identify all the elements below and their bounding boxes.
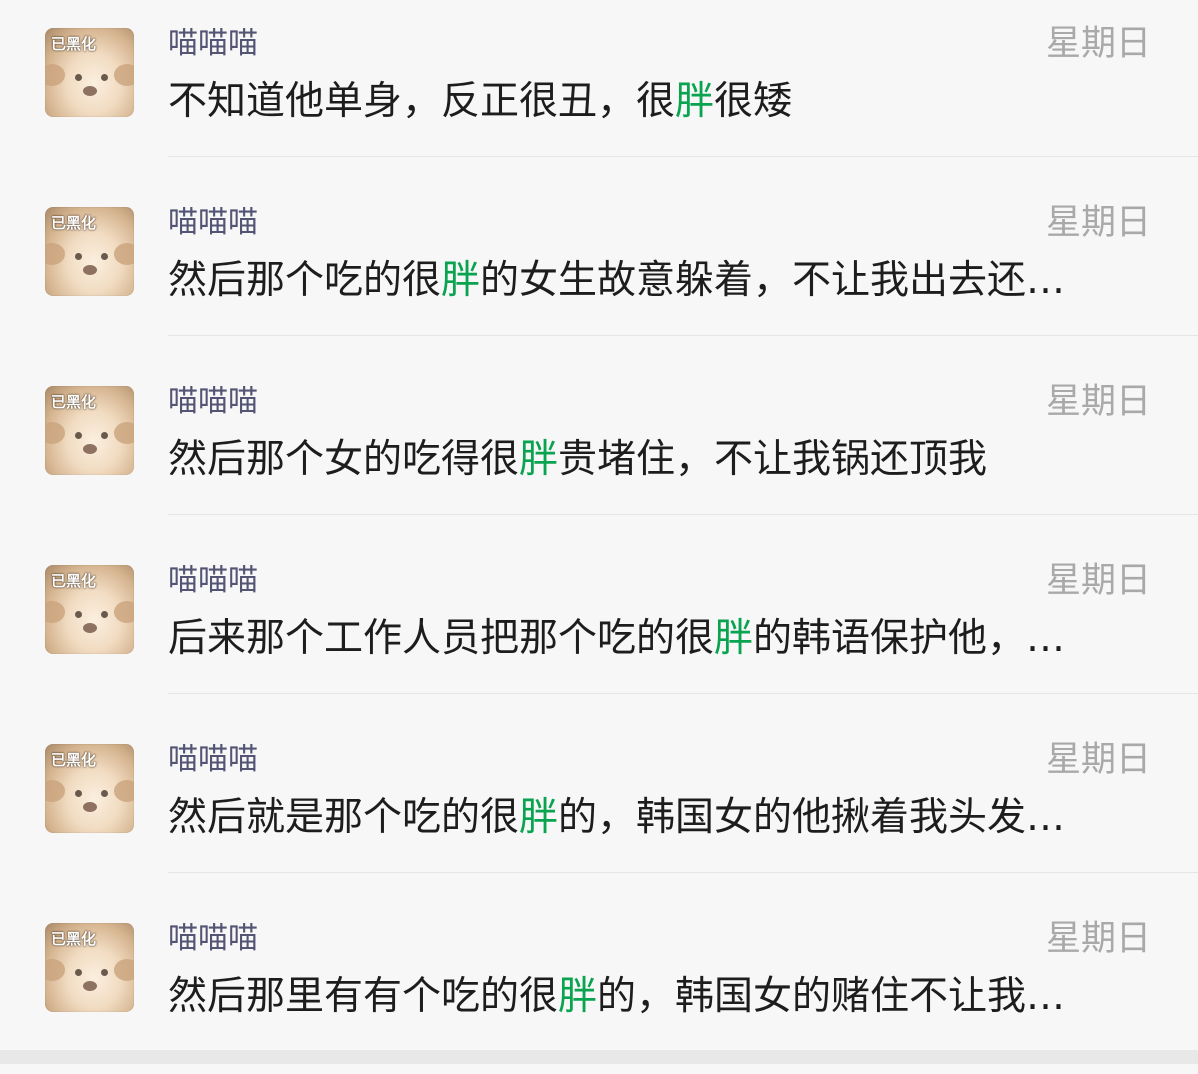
avatar-ear: [45, 243, 65, 265]
search-highlight: 胖: [558, 974, 598, 1019]
avatar-tag: 已黑化: [51, 214, 97, 232]
avatar-ear: [114, 601, 134, 623]
message-preview: 后来那个工作人员把那个吃的很胖的韩语保护他，…: [168, 615, 1128, 663]
contact-name: 喵喵喵: [168, 26, 258, 61]
avatar-nose: [83, 86, 97, 96]
conversation-row[interactable]: 已黑化 喵喵喵 星期日 然后那个女的吃得很胖贵堵住，不让我锅还顶我: [0, 358, 1198, 537]
avatar-ear: [45, 422, 65, 444]
conversation-row[interactable]: 已黑化 喵喵喵 星期日 然后那个吃的很胖的女生故意躲着，不让我出去还…: [0, 179, 1198, 358]
avatar[interactable]: 已黑化: [45, 386, 134, 475]
avatar-eye: [75, 790, 82, 797]
avatar-ear: [114, 243, 134, 265]
message-preview: 然后那个女的吃得很胖贵堵住，不让我锅还顶我: [168, 436, 1128, 484]
message-text: 然后那个吃的很: [168, 258, 442, 303]
avatar-nose: [83, 981, 97, 991]
avatar-eye: [75, 432, 82, 439]
avatar-eye: [101, 969, 108, 976]
avatar-tag: 已黑化: [51, 572, 97, 590]
message-text: 的韩语保护他，…: [753, 616, 1066, 661]
avatar-ear: [114, 780, 134, 802]
search-highlight: 胖: [675, 79, 715, 124]
avatar-ear: [45, 959, 65, 981]
message-preview: 然后那个吃的很胖的女生故意躲着，不让我出去还…: [168, 257, 1128, 305]
avatar-eye: [101, 74, 108, 81]
avatar-eye: [101, 611, 108, 618]
avatar-eye: [75, 253, 82, 260]
message-text: 然后就是那个吃的很: [168, 795, 520, 840]
search-highlight: 胖: [519, 437, 559, 482]
row-divider: [168, 335, 1198, 336]
row-divider: [168, 156, 1198, 157]
message-text: 的，韩国女的赌住不让我…: [597, 974, 1066, 1019]
avatar-eye: [101, 432, 108, 439]
avatar-tag: 已黑化: [51, 35, 97, 53]
conversation-row[interactable]: 已黑化 喵喵喵 星期日 然后那里有有个吃的很胖的，韩国女的赌住不让我…: [0, 895, 1198, 1074]
avatar-eye: [101, 253, 108, 260]
contact-name: 喵喵喵: [168, 205, 258, 240]
avatar-eye: [75, 611, 82, 618]
message-preview: 不知道他单身，反正很丑，很胖很矮: [168, 78, 1128, 126]
avatar[interactable]: 已黑化: [45, 565, 134, 654]
search-highlight: 胖: [714, 616, 754, 661]
timestamp: 星期日: [1045, 740, 1151, 780]
message-text: 后来那个工作人员把那个吃的很: [168, 616, 715, 661]
search-highlight: 胖: [519, 795, 559, 840]
bottom-bar: [0, 1050, 1198, 1064]
message-text: 的，韩国女的他揪着我头发…: [558, 795, 1066, 840]
avatar[interactable]: 已黑化: [45, 28, 134, 117]
contact-name: 喵喵喵: [168, 384, 258, 419]
conversation-row[interactable]: 已黑化 喵喵喵 星期日 后来那个工作人员把那个吃的很胖的韩语保护他，…: [0, 537, 1198, 716]
avatar-ear: [114, 959, 134, 981]
message-text: 不知道他单身，反正很丑，很: [168, 79, 676, 124]
avatar-ear: [45, 601, 65, 623]
message-text: 然后那里有有个吃的很: [168, 974, 559, 1019]
timestamp: 星期日: [1045, 382, 1151, 422]
contact-name: 喵喵喵: [168, 563, 258, 598]
message-preview: 然后就是那个吃的很胖的，韩国女的他揪着我头发…: [168, 794, 1128, 842]
avatar-ear: [114, 422, 134, 444]
avatar[interactable]: 已黑化: [45, 207, 134, 296]
row-divider: [168, 693, 1198, 694]
avatar-ear: [45, 780, 65, 802]
avatar-eye: [75, 969, 82, 976]
avatar-nose: [83, 802, 97, 812]
message-text: 很矮: [714, 79, 793, 124]
row-divider: [168, 514, 1198, 515]
message-text: 然后那个女的吃得很: [168, 437, 520, 482]
message-text: 的女生故意躲着，不让我出去还…: [480, 258, 1066, 303]
avatar-eye: [101, 790, 108, 797]
message-preview: 然后那里有有个吃的很胖的，韩国女的赌住不让我…: [168, 973, 1128, 1021]
avatar-nose: [83, 265, 97, 275]
avatar-nose: [83, 623, 97, 633]
timestamp: 星期日: [1045, 919, 1151, 959]
avatar-tag: 已黑化: [51, 751, 97, 769]
avatar-ear: [114, 64, 134, 86]
avatar[interactable]: 已黑化: [45, 923, 134, 1012]
message-text: 贵堵住，不让我锅还顶我: [558, 437, 988, 482]
timestamp: 星期日: [1045, 24, 1151, 64]
avatar-tag: 已黑化: [51, 930, 97, 948]
conversation-row[interactable]: 已黑化 喵喵喵 星期日 然后就是那个吃的很胖的，韩国女的他揪着我头发…: [0, 716, 1198, 895]
conversation-list: 已黑化 喵喵喵 星期日 不知道他单身，反正很丑，很胖很矮 已黑化 喵喵喵 星期日…: [0, 0, 1198, 1050]
conversation-row[interactable]: 已黑化 喵喵喵 星期日 不知道他单身，反正很丑，很胖很矮: [0, 0, 1198, 179]
avatar-eye: [75, 74, 82, 81]
contact-name: 喵喵喵: [168, 742, 258, 777]
avatar-tag: 已黑化: [51, 393, 97, 411]
contact-name: 喵喵喵: [168, 921, 258, 956]
avatar-ear: [45, 64, 65, 86]
avatar[interactable]: 已黑化: [45, 744, 134, 833]
timestamp: 星期日: [1045, 203, 1151, 243]
row-divider: [168, 872, 1198, 873]
timestamp: 星期日: [1045, 561, 1151, 601]
search-highlight: 胖: [441, 258, 481, 303]
avatar-nose: [83, 444, 97, 454]
